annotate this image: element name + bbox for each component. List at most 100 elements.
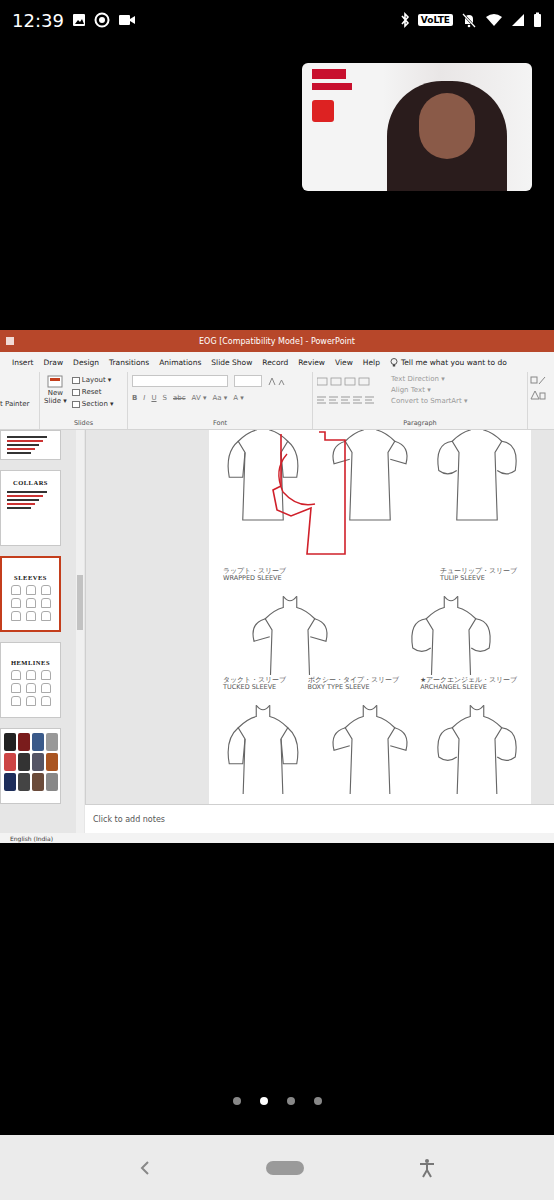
font-size-field[interactable]: [234, 375, 262, 387]
ppt-icon: [6, 337, 14, 345]
app-status-bar: English (India): [0, 833, 554, 843]
image-icon: [72, 13, 86, 27]
ribbon-tab[interactable]: Transitions: [109, 358, 149, 367]
sleeve-label-english: TUCKED SLEEVE: [223, 684, 286, 691]
language-indicator[interactable]: English (India): [10, 835, 53, 842]
back-icon[interactable]: [138, 1160, 152, 1176]
ribbon-tab[interactable]: Review: [298, 358, 325, 367]
font-format-button[interactable]: S: [163, 394, 167, 402]
slide-thumbnails: COLLARS SLEEVES HEMLINES: [0, 430, 75, 833]
group-label: Slides: [44, 419, 123, 429]
clock: 12:39: [12, 10, 64, 31]
paragraph-option-button[interactable]: Convert to SmartArt ▾: [391, 397, 467, 405]
slide-option-icon: [72, 389, 80, 396]
window-title: EOG [Compatibility Mode] - PowerPoint: [199, 337, 355, 346]
page-dot[interactable]: [314, 1097, 322, 1105]
slide-option-button[interactable]: Section ▾: [82, 400, 114, 408]
page-dot[interactable]: [233, 1097, 241, 1105]
paragraph-option-button[interactable]: Align Text ▾: [391, 386, 467, 394]
font-name-field[interactable]: [132, 375, 228, 387]
record-icon: [94, 12, 110, 28]
status-bar: 12:39VoLTE: [0, 0, 554, 40]
ribbon: t Painter NewSlide ▾ Layout ▾ Reset Section …: [0, 372, 554, 430]
clothing-photo: [1, 729, 60, 795]
ribbon-tab[interactable]: Slide Show: [211, 358, 252, 367]
notes-pane[interactable]: Click to add notes: [85, 804, 554, 833]
video-tile[interactable]: [302, 63, 532, 191]
slide-pane: ラップト・スリーブWRAPPED SLEEVEチューリップ・スリーブTULIP …: [85, 430, 554, 804]
home-icon[interactable]: [266, 1161, 304, 1175]
ribbon-tab[interactable]: Insert: [12, 358, 34, 367]
powerpoint-window: EOG [Compatibility Mode] - PowerPoint Ins…: [0, 330, 554, 843]
battery-icon: [533, 12, 542, 28]
arrange-icon: [530, 390, 546, 400]
sleeve-sketch: [432, 694, 522, 794]
thumbnail-heading: HEMLINES: [11, 659, 50, 666]
sleeve-sketch: [218, 694, 308, 794]
sleeve-label-japanese: タックト・スリーブ: [223, 677, 286, 684]
sleeve-sketch: [245, 585, 335, 675]
font-format-button[interactable]: B: [132, 394, 137, 402]
thumbnail-content: [1, 431, 60, 459]
font-format-button[interactable]: abc: [173, 394, 186, 402]
slide-thumbnail[interactable]: HEMLINES: [0, 642, 61, 718]
slide-option-button[interactable]: Reset: [82, 388, 102, 396]
sleeve-sketch: [325, 430, 415, 566]
sleeve-label: ラップト・スリーブWRAPPED SLEEVE: [223, 568, 286, 583]
slide-option-button[interactable]: Layout ▾: [82, 376, 112, 384]
sleeve-sketch: [406, 585, 496, 675]
font-format-button[interactable]: U: [151, 394, 156, 402]
font-format-button[interactable]: I: [143, 394, 145, 402]
page-dot[interactable]: [287, 1097, 295, 1105]
align-icon: [317, 395, 377, 405]
ribbon-tab[interactable]: View: [335, 358, 353, 367]
ribbon-tab[interactable]: Animations: [159, 358, 201, 367]
sleeve-label-japanese: ボクシー・タイプ・スリーブ: [308, 677, 399, 684]
ribbon-tab[interactable]: Help: [363, 358, 380, 367]
list-icon: [317, 377, 373, 386]
ribbon-tab[interactable]: Record: [262, 358, 288, 367]
thumbnail-heading: SLEEVES: [14, 574, 47, 581]
slide-thumbnail[interactable]: COLLARS: [0, 470, 61, 546]
group-label: Paragraph: [317, 419, 523, 429]
accessibility-icon[interactable]: [418, 1158, 436, 1178]
tell-me-box[interactable]: Tell me what you want to do: [401, 358, 507, 367]
sleeve-label-english: TULIP SLEEVE: [440, 575, 517, 582]
page-dot[interactable]: [260, 1097, 268, 1105]
font-format-button[interactable]: Aa ▾: [212, 394, 227, 402]
sleeve-label-english: ARCHANGEL SLEEVE: [420, 684, 517, 691]
mute-bell-icon: [461, 12, 477, 28]
thumbnail-content: HEMLINES: [1, 643, 60, 717]
thumbnail-heading: COLLARS: [13, 479, 48, 486]
new-slide-label[interactable]: New: [48, 389, 63, 397]
thumbnail-content: [1, 729, 60, 803]
sleeve-sketch: [218, 430, 308, 566]
slide-thumbnail[interactable]: [0, 728, 61, 804]
grow-font-icon: [268, 377, 288, 386]
sleeve-label: ボクシー・タイプ・スリーブBOXY TYPE SLEEVE: [308, 677, 399, 692]
sleeve-label-japanese: ★アークエンジェル・スリーブ: [420, 677, 517, 684]
ribbon-tab[interactable]: Draw: [44, 358, 64, 367]
new-slide-label[interactable]: Slide ▾: [44, 397, 67, 405]
bluetooth-icon: [400, 12, 410, 28]
format-painter-button[interactable]: t Painter: [0, 400, 35, 408]
slide-option-icon: [72, 377, 80, 384]
slide-canvas[interactable]: ラップト・スリーブWRAPPED SLEEVEチューリップ・スリーブTULIP …: [209, 430, 531, 804]
thumbnail-content: COLLARS: [1, 471, 60, 545]
sleeve-label: タックト・スリーブTUCKED SLEEVE: [223, 677, 286, 692]
slide-option-icon: [72, 401, 80, 408]
new-slide-button[interactable]: NewSlide ▾: [44, 375, 67, 419]
group-label: Font: [132, 419, 308, 429]
lightbulb-icon: [390, 358, 398, 367]
font-format-button[interactable]: AV ▾: [192, 394, 207, 402]
sleeve-label: ★アークエンジェル・スリーブARCHANGEL SLEEVE: [420, 677, 517, 692]
title-bar: EOG [Compatibility Mode] - PowerPoint: [0, 330, 554, 352]
slide-thumbnail[interactable]: [0, 430, 61, 460]
thumbnail-scrollbar[interactable]: [76, 430, 84, 833]
notes-placeholder[interactable]: Click to add notes: [93, 815, 165, 824]
red-annotation-icon: [267, 430, 347, 562]
font-format-button[interactable]: A ▾: [233, 394, 244, 402]
slide-thumbnail[interactable]: SLEEVES: [0, 556, 61, 632]
paragraph-option-button[interactable]: Text Direction ▾: [391, 375, 467, 383]
ribbon-tab[interactable]: Design: [73, 358, 99, 367]
